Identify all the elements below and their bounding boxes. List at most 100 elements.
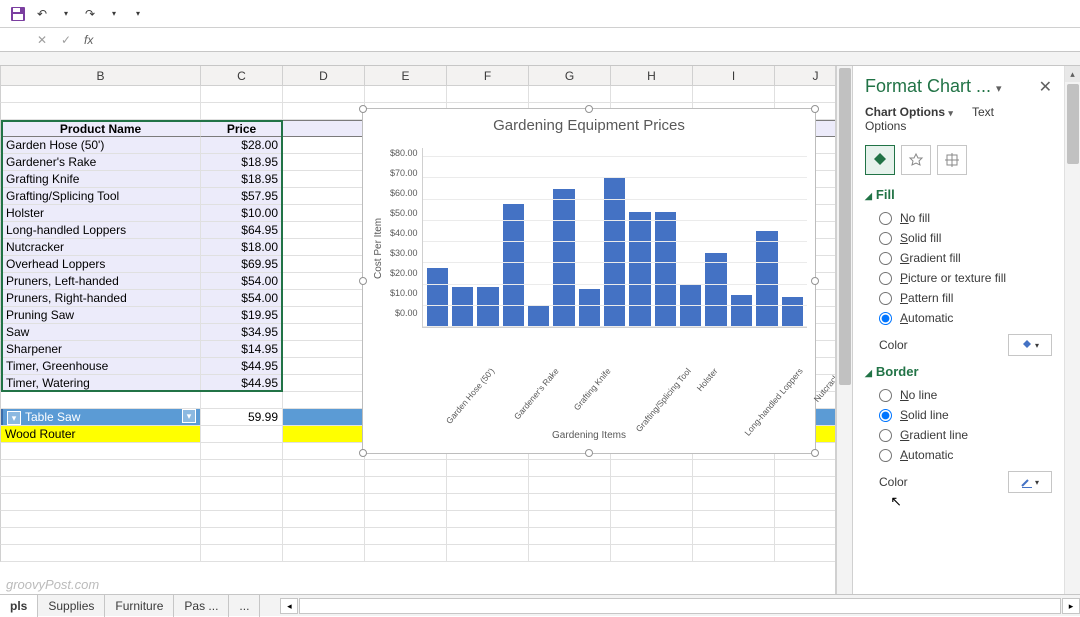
cell[interactable]	[283, 256, 365, 272]
cell[interactable]	[365, 477, 447, 493]
cell[interactable]	[775, 545, 836, 561]
scroll-left-button[interactable]: ◂	[280, 598, 298, 614]
cell[interactable]: Holster	[1, 205, 201, 221]
cell[interactable]	[283, 290, 365, 306]
cell[interactable]	[447, 545, 529, 561]
column-header[interactable]: B	[1, 66, 201, 85]
cell[interactable]: $18.00	[201, 239, 283, 255]
cell[interactable]	[447, 460, 529, 476]
cell[interactable]	[283, 137, 365, 153]
cell[interactable]	[201, 545, 283, 561]
cell[interactable]	[693, 528, 775, 544]
cell[interactable]: Timer, Watering	[1, 375, 201, 391]
column-header[interactable]: H	[611, 66, 693, 85]
column-header[interactable]: C	[201, 66, 283, 85]
cell[interactable]	[201, 103, 283, 119]
cell[interactable]	[283, 307, 365, 323]
cell[interactable]	[201, 443, 283, 459]
cell[interactable]	[365, 86, 447, 102]
filter-button[interactable]: ▾	[182, 409, 196, 423]
cell[interactable]	[611, 545, 693, 561]
cell[interactable]	[447, 528, 529, 544]
cell[interactable]	[283, 494, 365, 510]
cell[interactable]: Garden Hose (50')	[1, 137, 201, 153]
cell[interactable]	[201, 477, 283, 493]
cell[interactable]	[283, 188, 365, 204]
redo-dropdown[interactable]: ▾	[102, 3, 126, 25]
horizontal-scrollbar[interactable]: ◂ ▸	[280, 598, 1080, 614]
embedded-chart[interactable]: Gardening Equipment Prices Cost Per Item…	[362, 108, 816, 454]
undo-button[interactable]: ↶	[30, 3, 54, 25]
chart-bar[interactable]	[477, 287, 498, 327]
cell[interactable]	[283, 103, 365, 119]
cell[interactable]	[775, 494, 836, 510]
chart-bar[interactable]	[452, 287, 473, 327]
chart-plot-area[interactable]	[422, 148, 807, 328]
cell[interactable]: $18.95	[201, 154, 283, 170]
fill-option[interactable]: Solid fill	[879, 228, 1052, 248]
cancel-formula-button[interactable]: ✕	[34, 33, 50, 47]
chart-bar[interactable]	[427, 268, 448, 328]
cell[interactable]	[283, 511, 365, 527]
fill-section-header[interactable]: ◢Fill	[865, 187, 1052, 202]
cell[interactable]	[611, 511, 693, 527]
redo-button[interactable]: ↷	[78, 3, 102, 25]
cell[interactable]: Nutcracker	[1, 239, 201, 255]
pane-vertical-scrollbar[interactable]: ▴	[1064, 66, 1080, 594]
column-header[interactable]: F	[447, 66, 529, 85]
cell[interactable]: Grafting/Splicing Tool	[1, 188, 201, 204]
chart-bar[interactable]	[782, 297, 803, 327]
chart-bar[interactable]	[705, 253, 726, 327]
cell[interactable]	[1, 494, 201, 510]
cell[interactable]: Pruners, Right-handed	[1, 290, 201, 306]
scroll-up-button[interactable]: ▴	[1065, 66, 1080, 82]
cell[interactable]	[529, 511, 611, 527]
border-option[interactable]: Automatic	[879, 445, 1052, 465]
cell[interactable]	[283, 324, 365, 340]
cell[interactable]	[283, 426, 365, 442]
cell[interactable]	[201, 528, 283, 544]
spreadsheet[interactable]: BCDEFGHIJK Product NamePriceGarden Hose …	[0, 66, 836, 594]
scrollbar-track[interactable]	[299, 598, 1061, 614]
scrollbar-thumb[interactable]	[839, 68, 851, 385]
fill-option[interactable]: No fill	[879, 208, 1052, 228]
fill-option[interactable]: Picture or texture fill	[879, 268, 1052, 288]
cell[interactable]	[611, 86, 693, 102]
cell[interactable]	[611, 528, 693, 544]
cell[interactable]	[283, 358, 365, 374]
cell[interactable]	[283, 222, 365, 238]
cell[interactable]	[283, 545, 365, 561]
cell[interactable]	[693, 545, 775, 561]
cell[interactable]: $10.00	[201, 205, 283, 221]
cell[interactable]	[201, 86, 283, 102]
cell[interactable]: Grafting Knife	[1, 171, 201, 187]
pane-title-dropdown[interactable]: ▾	[996, 83, 1002, 95]
cell[interactable]: Long-handled Loppers	[1, 222, 201, 238]
cell[interactable]	[775, 511, 836, 527]
cell[interactable]: $18.95	[201, 171, 283, 187]
chart-bar[interactable]	[655, 212, 676, 327]
border-section-header[interactable]: ◢Border	[865, 364, 1052, 379]
size-properties-icon[interactable]	[937, 145, 967, 175]
chart-bar[interactable]	[503, 204, 524, 327]
sheet-tab[interactable]: Supplies	[38, 595, 105, 617]
cell[interactable]: $64.95	[201, 222, 283, 238]
cell[interactable]	[283, 443, 365, 459]
cell[interactable]	[693, 511, 775, 527]
cell[interactable]: Sharpener	[1, 341, 201, 357]
cell[interactable]	[201, 460, 283, 476]
cell[interactable]	[529, 545, 611, 561]
cell[interactable]: $44.95	[201, 375, 283, 391]
chart-handle[interactable]	[359, 277, 367, 285]
cell[interactable]: Timer, Greenhouse	[1, 358, 201, 374]
cell[interactable]: $19.95	[201, 307, 283, 323]
cell[interactable]	[447, 511, 529, 527]
cell[interactable]: $14.95	[201, 341, 283, 357]
scrollbar-thumb[interactable]	[1067, 84, 1079, 164]
cell[interactable]	[1, 103, 201, 119]
column-header[interactable]: G	[529, 66, 611, 85]
chart-handle[interactable]	[359, 105, 367, 113]
cell[interactable]	[775, 528, 836, 544]
cell[interactable]: Gardener's Rake	[1, 154, 201, 170]
column-header[interactable]: E	[365, 66, 447, 85]
